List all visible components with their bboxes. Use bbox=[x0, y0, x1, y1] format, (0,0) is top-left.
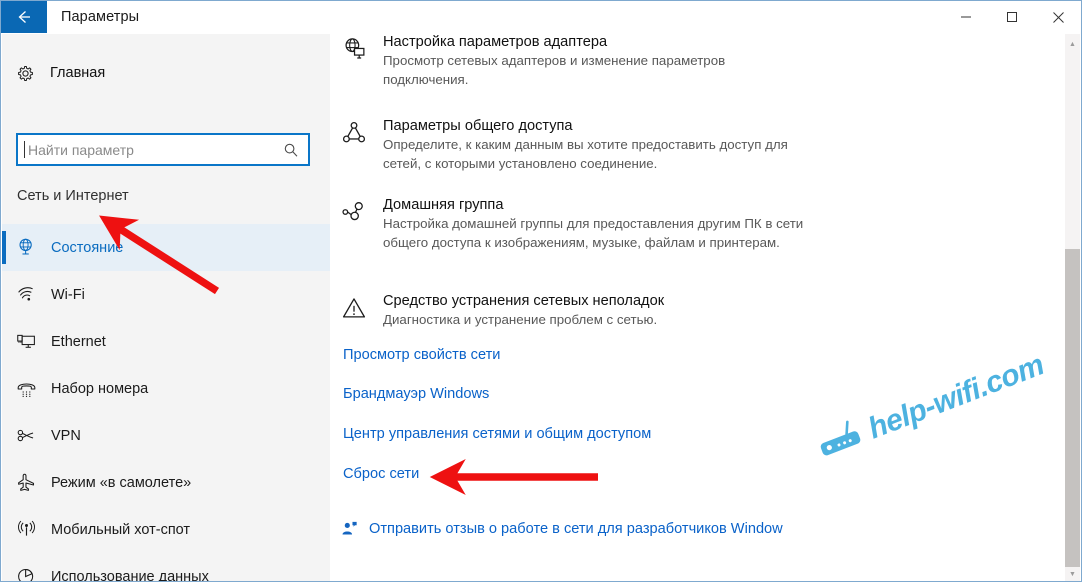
maximize-icon bbox=[1007, 12, 1017, 22]
setting-description: Диагностика и устранение проблем с сетью… bbox=[383, 312, 658, 327]
setting-network-troubleshooter[interactable]: Средство устранения сетевых неполадок Ди… bbox=[341, 293, 664, 330]
sidebar-item-label: Использование данных bbox=[51, 568, 209, 582]
back-arrow-icon bbox=[18, 11, 30, 23]
setting-sharing-options[interactable]: Параметры общего доступа Определите, к к… bbox=[341, 118, 813, 174]
setting-title: Параметры общего доступа bbox=[383, 118, 573, 134]
link-network-sharing-center[interactable]: Центр управления сетями и общим доступом bbox=[343, 426, 651, 442]
setting-title: Средство устранения сетевых неполадок bbox=[383, 293, 665, 309]
sidebar-item-label: Состояние bbox=[51, 239, 124, 256]
feedback-link-row[interactable]: Отправить отзыв о работе в сети для разр… bbox=[341, 520, 783, 537]
sidebar-item-airplane-mode[interactable]: Режим «в самолете» bbox=[2, 459, 330, 506]
feedback-person-icon bbox=[341, 520, 358, 537]
scroll-down-arrow[interactable]: ▼ bbox=[1065, 566, 1080, 581]
search-icon[interactable] bbox=[283, 142, 299, 158]
setting-adapter-options[interactable]: Настройка параметров адаптера Просмотр с… bbox=[341, 34, 813, 90]
sidebar-item-home[interactable]: Главная bbox=[2, 56, 330, 90]
scroll-up-arrow[interactable]: ▲ bbox=[1065, 36, 1080, 52]
sidebar-section-title: Сеть и Интернет bbox=[17, 188, 129, 204]
sidebar-item-mobile-hotspot[interactable]: Мобильный хот-спот bbox=[2, 506, 330, 553]
wifi-icon bbox=[16, 284, 44, 305]
sidebar-item-label: Ethernet bbox=[51, 333, 106, 350]
warning-triangle-icon bbox=[341, 293, 379, 330]
sidebar-item-vpn[interactable]: VPN bbox=[2, 412, 330, 459]
vertical-scrollbar[interactable]: ▲ ▼ bbox=[1065, 34, 1080, 581]
minimize-icon bbox=[961, 16, 971, 18]
close-button[interactable] bbox=[1035, 1, 1081, 33]
setting-description: Определите, к каким данным вы хотите пре… bbox=[383, 137, 788, 171]
title-bar: Параметры bbox=[1, 1, 1081, 33]
sidebar-item-wifi[interactable]: Wi-Fi bbox=[2, 271, 330, 318]
network-adapter-icon bbox=[341, 34, 379, 90]
search-input[interactable] bbox=[25, 141, 283, 158]
link-view-network-properties[interactable]: Просмотр свойств сети bbox=[343, 347, 500, 363]
homegroup-icon bbox=[341, 197, 379, 253]
sharing-icon bbox=[341, 118, 379, 174]
sidebar-item-label: Wi-Fi bbox=[51, 286, 85, 303]
setting-homegroup[interactable]: Домашняя группа Настройка домашней групп… bbox=[341, 197, 813, 253]
link-network-reset[interactable]: Сброс сети bbox=[343, 466, 419, 482]
airplane-icon bbox=[16, 472, 44, 493]
vpn-icon bbox=[16, 425, 44, 446]
feedback-link-label: Отправить отзыв о работе в сети для разр… bbox=[369, 520, 783, 537]
page-title: Параметры bbox=[61, 9, 140, 25]
gear-icon bbox=[16, 64, 42, 83]
sidebar-item-label: Набор номера bbox=[51, 380, 149, 397]
globe-icon bbox=[16, 237, 44, 258]
scrollbar-thumb[interactable] bbox=[1065, 249, 1080, 567]
dial-up-phone-icon bbox=[16, 378, 44, 399]
sidebar-home-label: Главная bbox=[50, 65, 106, 81]
settings-window: Параметры Главная Найти параметр Сеть и … bbox=[0, 0, 1082, 582]
setting-description: Просмотр сетевых адаптеров и изменение п… bbox=[383, 53, 726, 87]
sidebar-item-data-usage[interactable]: Использование данных bbox=[2, 553, 330, 582]
minimize-button[interactable] bbox=[943, 1, 989, 33]
setting-title: Домашняя группа bbox=[383, 197, 504, 213]
back-button[interactable] bbox=[1, 1, 47, 33]
sidebar-item-status[interactable]: Состояние bbox=[2, 224, 330, 271]
sidebar-nav-list: Состояние Wi-Fi Ethernet Набор номера VP… bbox=[2, 224, 330, 582]
main-content: Настройка параметров адаптера Просмотр с… bbox=[330, 34, 1052, 581]
sidebar: Главная Сеть и Интернет bbox=[2, 34, 330, 582]
sidebar-item-dialup[interactable]: Набор номера bbox=[2, 365, 330, 412]
search-box[interactable] bbox=[16, 133, 310, 166]
data-usage-pie-icon bbox=[16, 566, 44, 581]
maximize-button[interactable] bbox=[989, 1, 1035, 33]
sidebar-item-label: Мобильный хот-спот bbox=[51, 521, 191, 538]
sidebar-item-label: Режим «в самолете» bbox=[51, 474, 192, 491]
setting-description: Настройка домашней группы для предоставл… bbox=[383, 216, 804, 250]
ethernet-icon bbox=[16, 331, 44, 352]
close-icon bbox=[1052, 11, 1064, 23]
hotspot-icon bbox=[16, 519, 44, 540]
link-windows-firewall[interactable]: Брандмауэр Windows bbox=[343, 386, 489, 402]
window-controls bbox=[943, 1, 1081, 33]
sidebar-item-ethernet[interactable]: Ethernet bbox=[2, 318, 330, 365]
setting-title: Настройка параметров адаптера bbox=[383, 34, 608, 50]
sidebar-item-label: VPN bbox=[51, 427, 81, 444]
